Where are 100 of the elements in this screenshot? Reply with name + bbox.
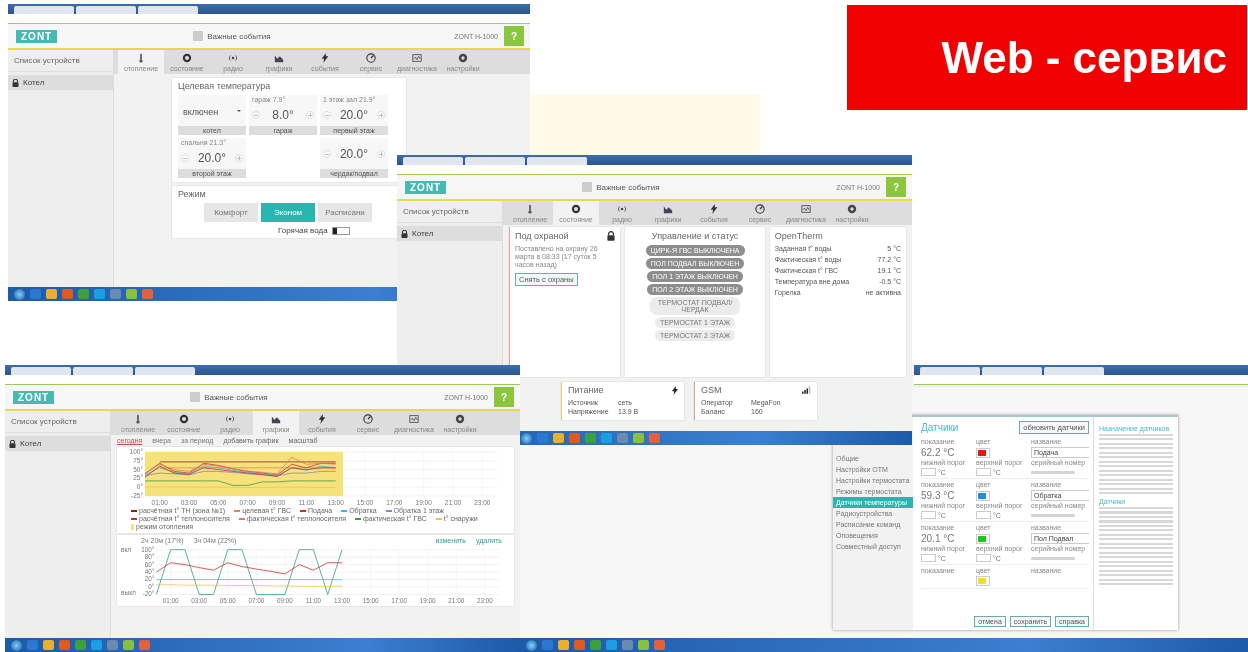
taskbar-app-icon[interactable] [91,640,102,650]
start-button[interactable] [521,432,532,444]
caret-icon [237,110,241,114]
card-title: Под охраной [515,231,569,241]
zont-logo[interactable]: ZONT [13,390,55,404]
taskbar-app-icon[interactable] [553,433,564,443]
monitor-icon [412,52,422,63]
taskbar-app-icon[interactable] [46,289,57,299]
input-field[interactable] [921,511,936,519]
decrease-button[interactable] [252,110,260,119]
taskbar-app-icon[interactable] [585,433,596,443]
taskbar-app-icon[interactable] [110,289,121,299]
hot-water-toggle[interactable] [331,226,350,235]
lock-icon [401,229,408,238]
zont-logo[interactable]: ZONT [405,180,447,194]
taskbar-app-icon[interactable] [542,640,553,650]
taskbar-app-icon[interactable] [638,640,649,650]
taskbar-app-icon[interactable] [558,640,569,650]
taskbar-app-icon[interactable] [537,433,548,443]
monitor-icon [409,413,419,424]
browser-tab[interactable] [76,6,136,14]
gauge-icon [366,52,376,63]
zont-logo[interactable]: ZONT [16,29,58,43]
card-title: OpenTherm [774,231,823,241]
device-item[interactable]: Котел [8,75,113,90]
address-bar[interactable] [914,375,1248,385]
browser-tab[interactable] [73,367,133,375]
browser-tab[interactable] [403,157,463,165]
device-item[interactable]: Котел [397,226,502,241]
increase-button[interactable] [235,153,243,162]
decrease-button[interactable] [323,150,331,158]
taskbar-app-icon[interactable] [590,640,601,650]
browser-tab[interactable] [527,157,587,165]
taskbar-app-icon[interactable] [574,640,585,650]
taskbar-app-icon[interactable] [78,289,89,299]
taskbar-app-icon[interactable] [601,433,612,443]
browser-tab[interactable] [135,367,195,375]
address-bar[interactable] [5,375,520,385]
mode-button[interactable]: Расписани [318,203,372,222]
taskbar-app-icon[interactable] [43,640,54,650]
browser-tab[interactable] [982,367,1042,375]
start-button[interactable] [14,288,25,300]
taskbar-app-icon[interactable] [94,289,105,299]
input-field[interactable] [921,468,936,476]
input-field[interactable] [921,554,936,562]
events-button[interactable]: Важные события [582,182,660,192]
color-picker[interactable] [976,447,990,458]
taskbar-app-icon[interactable] [123,640,134,650]
taskbar-app-icon[interactable] [75,640,86,650]
increase-button[interactable] [377,110,385,119]
taskbar-app-icon[interactable] [30,289,41,299]
mode-button[interactable]: Комфорт [204,203,258,222]
increase-button[interactable] [377,150,385,158]
start-button[interactable] [11,639,22,651]
card-title: GSM [701,385,722,395]
taskbar-app-icon[interactable] [107,640,118,650]
decrease-button[interactable] [181,153,189,162]
browser-tab[interactable] [14,6,74,14]
events-button[interactable]: Важные события [193,31,271,41]
taskbar-app-icon[interactable] [139,640,150,650]
input-field[interactable] [976,468,991,476]
taskbar-app-icon[interactable] [27,640,38,650]
increase-button[interactable] [306,110,314,119]
mode-button[interactable]: Эконом [261,203,315,222]
browser-tab[interactable] [920,367,980,375]
taskbar-app-icon[interactable] [59,640,70,650]
sidebar-title: Список устройств [397,201,502,223]
device-item[interactable]: Котел [5,436,110,451]
taskbar-app-icon[interactable] [569,433,580,443]
events-button[interactable]: Важные события [190,392,268,402]
illegible-text [1031,470,1075,474]
taskbar-app-icon[interactable] [622,640,633,650]
start-button[interactable] [526,639,537,651]
decrease-button[interactable] [323,110,331,119]
browser-tab[interactable] [138,6,198,14]
lock-icon [12,78,19,87]
taskbar-app-icon[interactable] [633,433,644,443]
taskbar-app-icon[interactable] [654,640,665,650]
dialog-title: Датчики [921,422,959,433]
taskbar-app-icon[interactable] [649,433,660,443]
color-picker[interactable] [976,490,990,501]
taskbar-app-icon[interactable] [62,289,73,299]
input-field[interactable] [976,554,991,562]
taskbar-app-icon[interactable] [617,433,628,443]
gauge-icon [363,413,373,424]
illegible-text [1031,556,1075,560]
card-title: Управление и статус [651,231,739,241]
boiler-dropdown[interactable]: включен [178,95,246,117]
color-picker[interactable] [976,533,990,544]
signal-icon [802,386,811,394]
taskbar-app-icon[interactable] [142,289,153,299]
browser-tab[interactable] [1044,367,1104,375]
browser-tab[interactable] [11,367,71,375]
input-field[interactable] [976,511,991,519]
color-picker[interactable] [976,576,990,586]
taskbar-app-icon[interactable] [126,289,137,299]
taskbar-app-icon[interactable] [606,640,617,650]
target-temp: 8.0° [272,107,294,122]
browser-tab[interactable] [465,157,525,165]
title-banner: Web - сервис [847,5,1247,110]
